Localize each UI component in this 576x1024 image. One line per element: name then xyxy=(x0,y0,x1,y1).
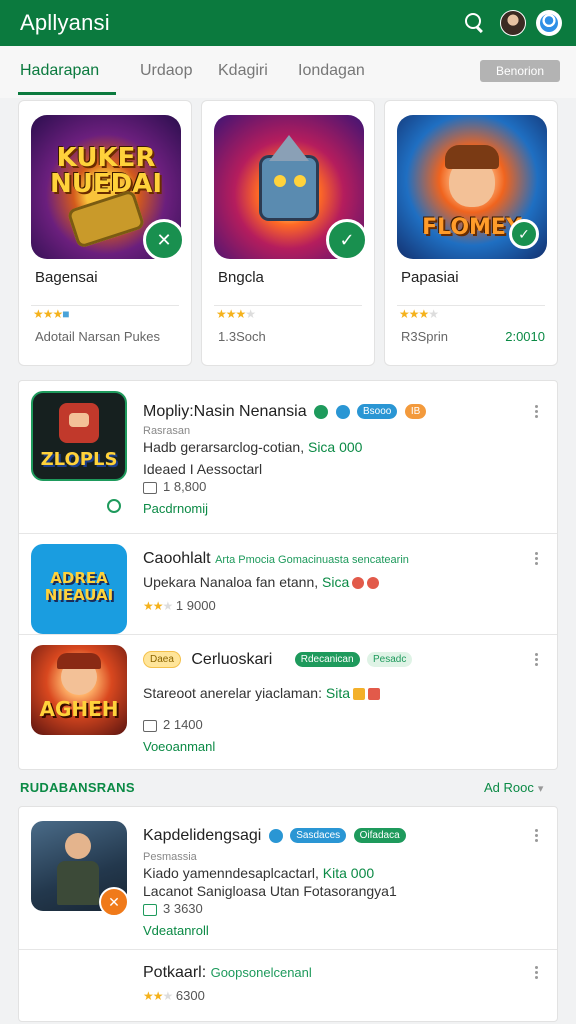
app-description: Hadb gerarsarclog-cotian, Sica 000 xyxy=(143,439,363,455)
app-meta: 1.3Soch xyxy=(218,329,266,344)
section-see-all-link[interactable]: Ad Rooc xyxy=(484,780,543,795)
list-item[interactable]: Potkaarl: Goopsonelcenanl ★★★ 6300 xyxy=(19,950,557,1022)
app-thumbnail: AGHEH xyxy=(31,645,127,735)
app-meta: R3Sprin xyxy=(401,329,448,344)
app-name: Papasiai xyxy=(401,269,459,286)
divider xyxy=(214,305,362,306)
list-item[interactable]: ZLOPLS Mopliy:Nasin Nenansia Bsooo IB Ra… xyxy=(19,381,557,534)
tab-kdagiri[interactable]: Kdagiri xyxy=(218,62,268,80)
app-description: Stareoot anerelar yiaclaman: Sita xyxy=(143,685,380,701)
app-title: Kapdelidengsagi Sasdaces Oifadaca xyxy=(143,827,406,845)
search-icon[interactable] xyxy=(464,12,486,34)
check-icon[interactable]: ✓ xyxy=(509,219,539,249)
check-icon[interactable]: ✓ xyxy=(326,219,368,261)
download-count: ★★★ 1 9000 xyxy=(143,598,216,613)
profile-avatar[interactable] xyxy=(500,10,526,36)
app-title: Mopliy:Nasin Nenansia Bsooo IB xyxy=(143,403,427,421)
thumbs-up-icon xyxy=(143,719,157,732)
list-item[interactable]: ADREA NIEAUAI Caoohlalt Arta Pmocia Goma… xyxy=(19,534,557,635)
app-title: Apllyansi xyxy=(20,10,110,35)
check-icon xyxy=(268,828,283,843)
download-count: ★★★ 6300 xyxy=(143,988,205,1003)
check-icon xyxy=(335,404,350,419)
section-title: RUDABANSRANS xyxy=(20,780,135,795)
more-options-icon[interactable] xyxy=(535,966,539,981)
download-count: 1 8,800 xyxy=(143,479,206,494)
thumbs-up-icon xyxy=(143,903,157,916)
tab-hadarapan[interactable]: Hadarapan xyxy=(20,62,99,80)
divider xyxy=(31,305,179,306)
star-rating: ★★★■ xyxy=(33,307,70,321)
app-price: 2:0010 xyxy=(505,329,545,344)
list-item[interactable]: ✕ Kapdelidengsagi Sasdaces Oifadaca Pesm… xyxy=(19,807,557,950)
close-icon[interactable]: ✕ xyxy=(99,887,129,917)
app-name: Bagensai xyxy=(35,269,98,286)
search-icon[interactable] xyxy=(107,499,121,513)
app-name: Bngcla xyxy=(218,269,264,286)
app-subtitle: Ideaed I Aessoctarl xyxy=(143,461,263,477)
app-meta: Adotail Narsan Pukes xyxy=(35,329,161,344)
install-status[interactable]: Vdeatanroll xyxy=(143,923,209,938)
tag-pill: IB xyxy=(404,404,427,420)
install-status[interactable]: Pacdrnomij xyxy=(143,501,208,516)
more-options-icon[interactable] xyxy=(535,653,539,668)
install-status[interactable]: Voeoanmanl xyxy=(143,739,215,754)
app-subtitle: Lacanot Sanigloasa Utan Fotasorangya1 xyxy=(143,883,397,899)
app-title: Caoohlalt Arta Pmocia Gomacinuasta senca… xyxy=(143,550,409,567)
app-title: Daea Cerluoskari Rdecanican Pesadc xyxy=(143,651,413,669)
tab-action-button[interactable]: Benorion xyxy=(480,60,560,82)
app-thumbnail: ADREA NIEAUAI xyxy=(31,544,127,634)
star-rating: ★★★★ xyxy=(216,307,256,321)
featured-card[interactable]: FLOMEY ✓ Papasiai ★★★★ R3Sprin 2:0010 xyxy=(384,100,558,366)
featured-card[interactable]: ✓ Bngcla ★★★★ 1.3Soch xyxy=(201,100,375,366)
divider xyxy=(397,305,545,306)
app-list: ✕ Kapdelidengsagi Sasdaces Oifadaca Pesm… xyxy=(18,806,558,1022)
download-count: 3 3630 xyxy=(143,901,203,916)
thumbs-up-icon xyxy=(143,481,157,494)
app-category: Pesmassia xyxy=(143,851,197,863)
more-options-icon[interactable] xyxy=(535,829,539,844)
account-icon[interactable] xyxy=(536,10,562,36)
app-thumbnail: ZLOPLS xyxy=(31,391,127,481)
verified-icon xyxy=(314,404,329,419)
app-description: Upekara Nanaloa fan etann, Sica xyxy=(143,574,380,590)
download-count: 2 1400 xyxy=(143,717,203,732)
more-options-icon[interactable] xyxy=(535,552,539,567)
tab-iondagan[interactable]: Iondagan xyxy=(298,62,365,80)
star-rating: ★★★★ xyxy=(399,307,439,321)
app-description: Kiado yamenndesaplcactarl, Kita 000 xyxy=(143,865,375,881)
featured-card[interactable]: KUKER NUEDAI ✕ Bagensai ★★★■ Adotail Nar… xyxy=(18,100,192,366)
tab-urdaop[interactable]: Urdaop xyxy=(140,62,192,80)
tag-pill: Bsooo xyxy=(357,404,398,420)
app-category: Rasrasan xyxy=(143,425,191,437)
list-item[interactable]: AGHEH Daea Cerluoskari Rdecanican Pesadc… xyxy=(19,635,557,769)
app-title: Potkaarl: Goopsonelcenanl xyxy=(143,964,312,981)
app-bar: Apllyansi xyxy=(0,0,576,46)
active-tab-indicator xyxy=(18,92,116,95)
app-list: ZLOPLS Mopliy:Nasin Nenansia Bsooo IB Ra… xyxy=(18,380,558,770)
check-x-icon[interactable]: ✕ xyxy=(143,219,185,261)
more-options-icon[interactable] xyxy=(535,405,539,420)
